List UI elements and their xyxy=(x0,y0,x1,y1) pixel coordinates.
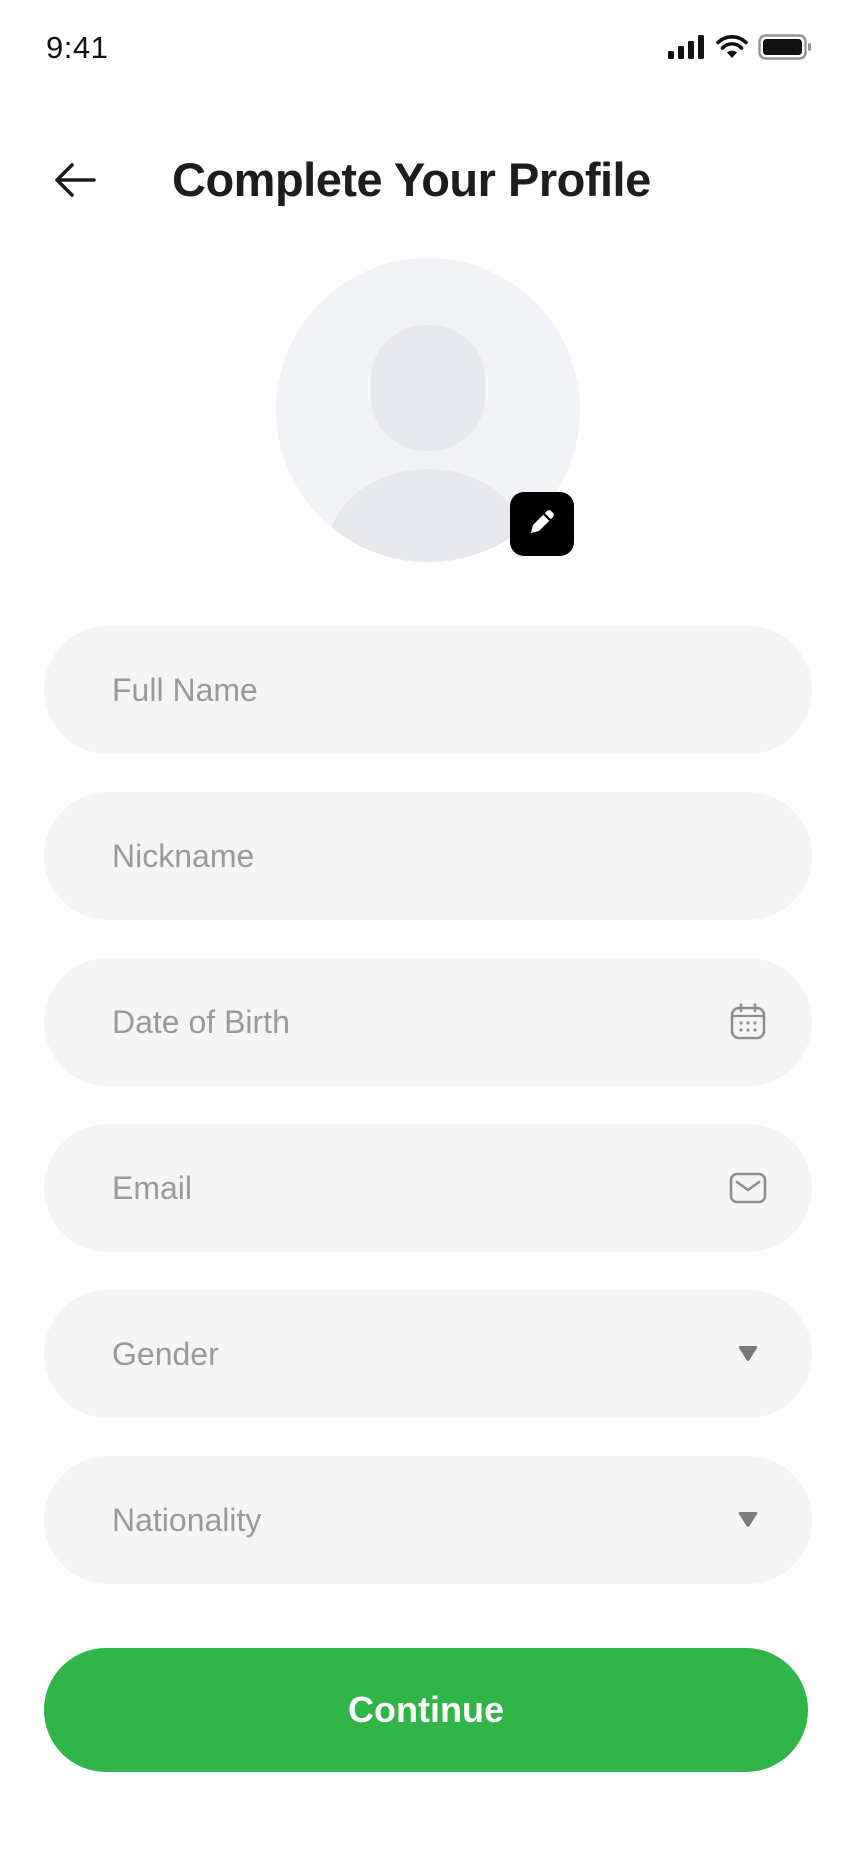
full-name-field[interactable]: Full Name xyxy=(44,626,812,754)
back-button[interactable] xyxy=(50,156,102,204)
nationality-placeholder: Nationality xyxy=(112,1502,262,1538)
email-field[interactable]: Email xyxy=(44,1124,812,1252)
caret-down-icon xyxy=(728,1500,768,1540)
email-placeholder: Email xyxy=(112,1170,193,1206)
caret-down-icon xyxy=(728,1334,768,1374)
status-bar: 9:41 xyxy=(0,0,856,100)
date-of-birth-placeholder: Date of Birth xyxy=(112,1004,290,1040)
nationality-select[interactable]: Nationality xyxy=(44,1456,812,1584)
full-name-placeholder: Full Name xyxy=(112,672,258,708)
nickname-field[interactable]: Nickname xyxy=(44,792,812,920)
avatar-placeholder-body xyxy=(328,469,528,562)
nickname-placeholder: Nickname xyxy=(112,838,255,874)
mail-icon xyxy=(728,1168,768,1208)
gender-placeholder: Gender xyxy=(112,1336,219,1372)
edit-avatar-button[interactable] xyxy=(510,492,574,556)
pencil-icon xyxy=(524,504,560,545)
avatar-section xyxy=(276,258,580,562)
gender-select[interactable]: Gender xyxy=(44,1290,812,1418)
status-time: 9:41 xyxy=(46,30,109,65)
page-title: Complete Your Profile xyxy=(172,153,651,206)
header: Complete Your Profile xyxy=(0,140,856,220)
battery-icon xyxy=(758,33,812,65)
avatar-placeholder-head xyxy=(371,325,485,451)
calendar-icon[interactable] xyxy=(728,1002,768,1042)
cellular-signal-icon xyxy=(668,34,706,64)
continue-button-label: Continue xyxy=(348,1689,504,1730)
arrow-left-icon xyxy=(50,163,102,208)
status-icons xyxy=(668,33,812,65)
date-of-birth-field[interactable]: Date of Birth xyxy=(44,958,812,1086)
continue-button[interactable]: Continue xyxy=(44,1648,808,1772)
wifi-icon xyxy=(716,34,748,64)
